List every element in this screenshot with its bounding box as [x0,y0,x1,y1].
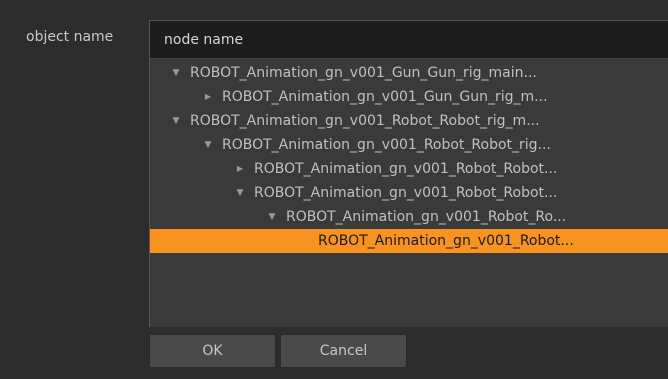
object-name-label: object name [26,29,114,45]
expanded-arrow-icon[interactable] [202,140,214,150]
tree-row-label: ROBOT_Animation_gn_v001_Robot_Ro... [286,209,567,225]
tree-row-label: ROBOT_Animation_gn_v001_Robot_Robot_rig.… [222,137,551,153]
tree-row-label: ROBOT_Animation_gn_v001_Robot_Robot... [254,161,558,177]
tree-row[interactable]: ROBOT_Animation_gn_v001_Robot_Robot... [150,157,668,181]
tree-row[interactable]: ROBOT_Animation_gn_v001_Robot_Robot... [150,181,668,205]
tree-row-label: ROBOT_Animation_gn_v001_Gun_Gun_rig_m... [222,89,548,105]
tree-row-label: ROBOT_Animation_gn_v001_Robot... [318,233,574,249]
node-tree[interactable]: node name ROBOT_Animation_gn_v001_Gun_Gu… [149,20,668,328]
expanded-arrow-icon[interactable] [266,212,278,222]
tree-row[interactable]: ROBOT_Animation_gn_v001_Robot_Robot_rig.… [150,133,668,157]
expanded-arrow-icon[interactable] [234,188,246,198]
tree-row[interactable]: ROBOT_Animation_gn_v001_Robot... [150,229,668,253]
tree-row[interactable]: ROBOT_Animation_gn_v001_Gun_Gun_rig_main… [150,61,668,85]
tree-header-label: node name [164,31,244,48]
tree-row[interactable]: ROBOT_Animation_gn_v001_Gun_Gun_rig_m... [150,85,668,109]
expanded-arrow-icon[interactable] [170,68,182,78]
tree-rows: ROBOT_Animation_gn_v001_Gun_Gun_rig_main… [150,59,668,253]
collapsed-arrow-icon[interactable] [202,92,214,102]
tree-row-label: ROBOT_Animation_gn_v001_Robot_Robot_rig_… [190,113,540,129]
tree-column-header[interactable]: node name [150,21,668,59]
tree-row-label: ROBOT_Animation_gn_v001_Gun_Gun_rig_main… [190,65,537,81]
cancel-button-label: Cancel [319,343,368,359]
tree-row-label: ROBOT_Animation_gn_v001_Robot_Robot... [254,185,558,201]
collapsed-arrow-icon[interactable] [234,164,246,174]
cancel-button[interactable]: Cancel [280,334,407,368]
expanded-arrow-icon[interactable] [170,116,182,126]
ok-button[interactable]: OK [149,334,276,368]
ok-button-label: OK [202,343,223,359]
tree-row[interactable]: ROBOT_Animation_gn_v001_Robot_Ro... [150,205,668,229]
tree-row[interactable]: ROBOT_Animation_gn_v001_Robot_Robot_rig_… [150,109,668,133]
